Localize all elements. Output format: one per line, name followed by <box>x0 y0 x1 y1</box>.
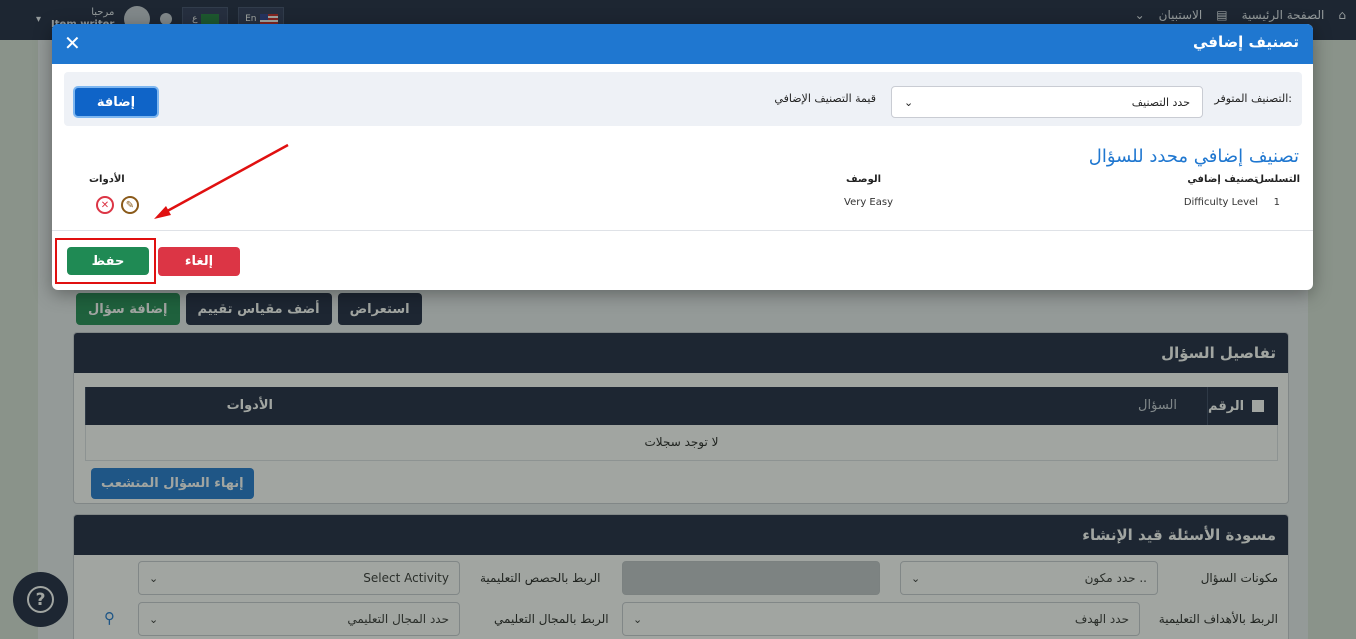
arrow-head <box>154 206 171 219</box>
annotation-arrow <box>154 143 289 219</box>
arrow-line <box>159 143 289 217</box>
